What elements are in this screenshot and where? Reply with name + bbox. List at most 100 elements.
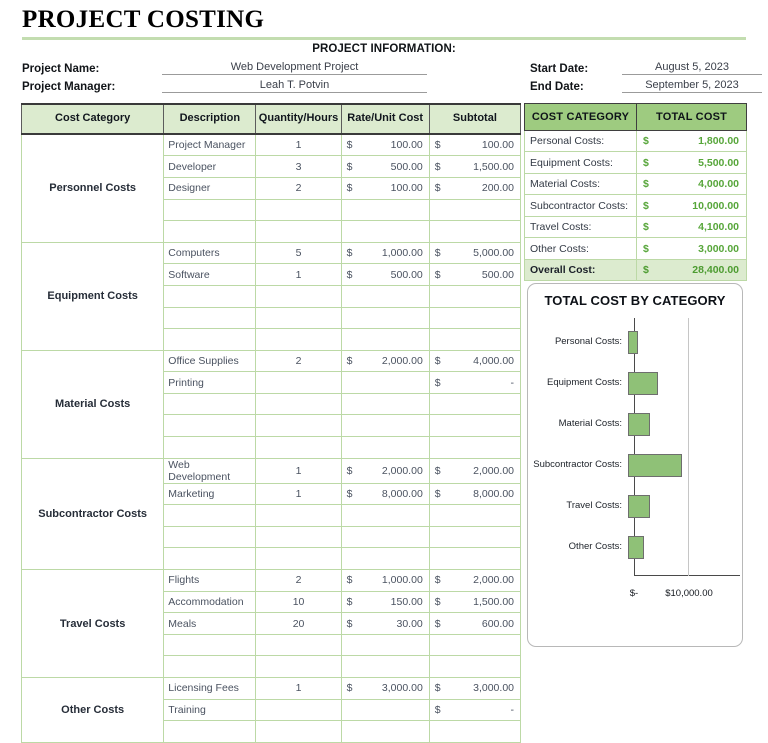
- quantity-cell[interactable]: [255, 284, 342, 308]
- rate-cell[interactable]: [340, 525, 430, 549]
- subtotal-cell[interactable]: $8,000.00: [428, 482, 522, 506]
- description-cell[interactable]: Web Development: [163, 457, 257, 484]
- quantity-cell[interactable]: 1: [255, 482, 342, 506]
- subtotal-cell[interactable]: $2,000.00: [428, 569, 522, 592]
- quantity-cell[interactable]: [255, 633, 342, 657]
- subtotal-cell[interactable]: $2,000.00: [428, 457, 522, 484]
- description-cell[interactable]: Office Supplies: [163, 349, 257, 373]
- description-cell[interactable]: [163, 436, 257, 459]
- subtotal-cell[interactable]: [428, 414, 522, 438]
- project-manager-field[interactable]: Leah T. Potvin: [162, 79, 427, 93]
- subtotal-cell[interactable]: $ -: [428, 371, 522, 394]
- quantity-cell[interactable]: [255, 328, 342, 351]
- quantity-cell[interactable]: 1: [255, 133, 342, 157]
- quantity-cell[interactable]: 10: [255, 590, 342, 614]
- description-cell[interactable]: [163, 328, 257, 351]
- description-cell[interactable]: [163, 504, 257, 527]
- rate-cell[interactable]: $1,000.00: [340, 569, 430, 592]
- subtotal-cell[interactable]: $200.00: [428, 176, 522, 200]
- rate-cell[interactable]: [340, 328, 430, 351]
- quantity-cell[interactable]: [255, 504, 342, 527]
- rate-cell[interactable]: $150.00: [340, 590, 430, 614]
- subtotal-cell[interactable]: $100.00: [428, 133, 522, 157]
- end-date-field[interactable]: September 5, 2023: [622, 79, 762, 93]
- subtotal-cell[interactable]: [428, 284, 522, 308]
- subtotal-cell[interactable]: $600.00: [428, 612, 522, 635]
- subtotal-cell[interactable]: [428, 436, 522, 459]
- description-cell[interactable]: [163, 306, 257, 330]
- description-cell[interactable]: Marketing: [163, 482, 257, 506]
- subtotal-cell[interactable]: [428, 198, 522, 222]
- rate-cell[interactable]: $8,000.00: [340, 482, 430, 506]
- rate-cell[interactable]: [340, 504, 430, 527]
- subtotal-cell[interactable]: $1,500.00: [428, 155, 522, 178]
- rate-cell[interactable]: [340, 436, 430, 459]
- rate-cell[interactable]: [340, 284, 430, 308]
- quantity-cell[interactable]: 1: [255, 457, 342, 484]
- subtotal-cell[interactable]: [428, 547, 522, 571]
- description-cell[interactable]: [163, 414, 257, 438]
- rate-cell[interactable]: [340, 414, 430, 438]
- subtotal-cell[interactable]: [428, 720, 522, 743]
- quantity-cell[interactable]: 1: [255, 263, 342, 286]
- rate-cell[interactable]: [340, 547, 430, 571]
- description-cell[interactable]: Project Manager: [163, 133, 257, 157]
- quantity-cell[interactable]: [255, 525, 342, 549]
- rate-cell[interactable]: $100.00: [340, 133, 430, 157]
- quantity-cell[interactable]: [255, 198, 342, 222]
- rate-cell[interactable]: [340, 392, 430, 416]
- description-cell[interactable]: Licensing Fees: [163, 677, 257, 700]
- description-cell[interactable]: Software: [163, 263, 257, 286]
- rate-cell[interactable]: [340, 633, 430, 657]
- quantity-cell[interactable]: [255, 436, 342, 459]
- description-cell[interactable]: Designer: [163, 176, 257, 200]
- subtotal-cell[interactable]: [428, 328, 522, 351]
- subtotal-cell[interactable]: $500.00: [428, 263, 522, 286]
- description-cell[interactable]: [163, 392, 257, 416]
- description-cell[interactable]: Flights: [163, 569, 257, 592]
- subtotal-cell[interactable]: [428, 633, 522, 657]
- start-date-field[interactable]: August 5, 2023: [622, 61, 762, 75]
- rate-cell[interactable]: $100.00: [340, 176, 430, 200]
- description-cell[interactable]: Training: [163, 698, 257, 722]
- rate-cell[interactable]: $30.00: [340, 612, 430, 635]
- rate-cell[interactable]: [340, 720, 430, 743]
- description-cell[interactable]: Developer: [163, 155, 257, 178]
- description-cell[interactable]: Printing: [163, 371, 257, 394]
- quantity-cell[interactable]: 20: [255, 612, 342, 635]
- description-cell[interactable]: [163, 720, 257, 743]
- rate-cell[interactable]: $1,000.00: [340, 241, 430, 265]
- quantity-cell[interactable]: [255, 306, 342, 330]
- rate-cell[interactable]: $2,000.00: [340, 457, 430, 484]
- quantity-cell[interactable]: 3: [255, 155, 342, 178]
- rate-cell[interactable]: [340, 371, 430, 394]
- quantity-cell[interactable]: 2: [255, 349, 342, 373]
- description-cell[interactable]: [163, 525, 257, 549]
- quantity-cell[interactable]: 1: [255, 677, 342, 700]
- subtotal-cell[interactable]: $5,000.00: [428, 241, 522, 265]
- quantity-cell[interactable]: [255, 698, 342, 722]
- description-cell[interactable]: [163, 220, 257, 243]
- rate-cell[interactable]: $3,000.00: [340, 677, 430, 700]
- subtotal-cell[interactable]: [428, 306, 522, 330]
- description-cell[interactable]: [163, 284, 257, 308]
- rate-cell[interactable]: $500.00: [340, 155, 430, 178]
- rate-cell[interactable]: [340, 306, 430, 330]
- subtotal-cell[interactable]: [428, 504, 522, 527]
- quantity-cell[interactable]: [255, 371, 342, 394]
- subtotal-cell[interactable]: $ -: [428, 698, 522, 722]
- quantity-cell[interactable]: [255, 547, 342, 571]
- rate-cell[interactable]: [340, 698, 430, 722]
- description-cell[interactable]: [163, 198, 257, 222]
- subtotal-cell[interactable]: $3,000.00: [428, 677, 522, 700]
- quantity-cell[interactable]: [255, 720, 342, 743]
- subtotal-cell[interactable]: [428, 392, 522, 416]
- description-cell[interactable]: [163, 547, 257, 571]
- quantity-cell[interactable]: 2: [255, 569, 342, 592]
- description-cell[interactable]: Accommodation: [163, 590, 257, 614]
- rate-cell[interactable]: [340, 220, 430, 243]
- description-cell[interactable]: Meals: [163, 612, 257, 635]
- subtotal-cell[interactable]: [428, 220, 522, 243]
- quantity-cell[interactable]: [255, 220, 342, 243]
- description-cell[interactable]: Computers: [163, 241, 257, 265]
